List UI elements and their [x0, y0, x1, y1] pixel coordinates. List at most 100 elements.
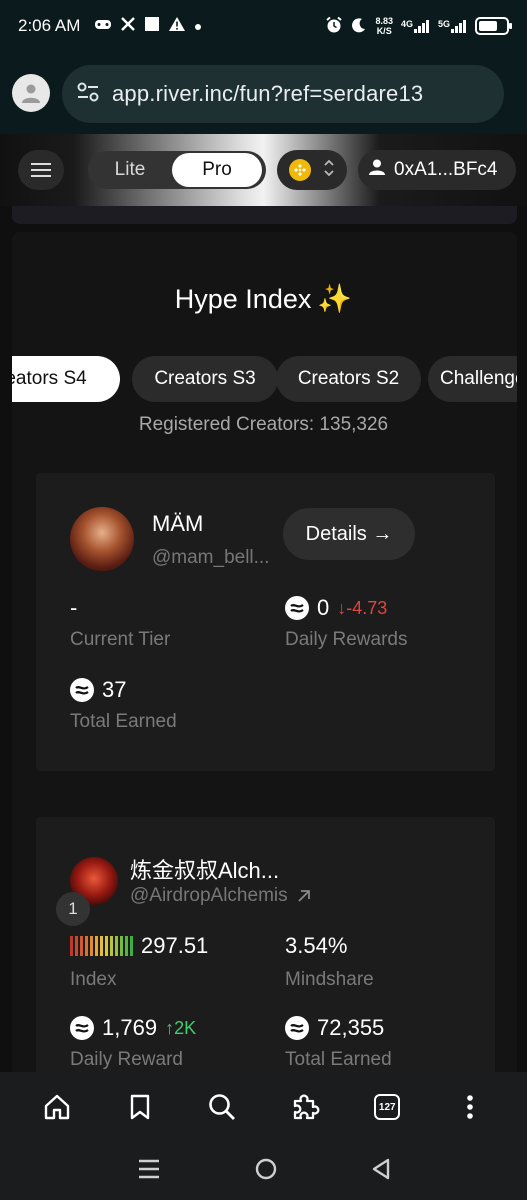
creator-card[interactable]: 1 炼金叔叔Alch... @AirdropAlchemis 297.51 In… — [36, 817, 495, 1072]
tabs-icon: 127 — [374, 1094, 401, 1120]
daily-rewards-value: 0 ↓-4.73 — [285, 595, 387, 621]
index-bar — [95, 936, 98, 956]
bookmark-button[interactable] — [118, 1085, 162, 1129]
app-header: Lite Pro 0xA1...BFc4 — [0, 134, 527, 206]
registered-creators: Registered Creators: 135,326 — [138, 414, 389, 435]
wallet-address: 0xA1...BFc4 — [394, 159, 498, 180]
total-earned-label: Total Earned — [70, 711, 177, 732]
home-icon — [45, 1094, 70, 1120]
home-button[interactable] — [35, 1085, 79, 1129]
previous-card — [12, 206, 517, 224]
chevron-updown-icon — [323, 159, 335, 182]
mindshare-value: 3.54% — [285, 933, 348, 958]
extensions-icon — [293, 1094, 320, 1120]
more-icon — [466, 1095, 473, 1119]
search-icon — [209, 1094, 236, 1120]
more-button[interactable] — [448, 1085, 492, 1129]
mode-toggle[interactable]: Lite Pro — [88, 151, 266, 189]
gamepad-icon — [94, 16, 112, 36]
notification-icons — [94, 16, 202, 37]
main-content: Hype Index✨ Creators S4 Creators S3 Crea… — [0, 206, 527, 1072]
status-time: 2:06 AM — [18, 16, 81, 35]
tab-creators-s4[interactable]: Creators S4 — [12, 356, 120, 402]
river-coin-icon — [70, 678, 94, 702]
bnb-icon — [289, 159, 311, 181]
my-creator-card: MÄM @mam_bell... Details → - Current Tie… — [36, 473, 495, 771]
index-bar — [70, 936, 73, 956]
creator-handle: @mam_bell... — [152, 547, 270, 568]
mode-pro-option[interactable]: Pro — [172, 153, 262, 187]
back-button[interactable] — [371, 1157, 391, 1186]
warning-icon — [168, 16, 186, 37]
status-right: 8.83 K/S 4G 5G — [325, 16, 512, 37]
search-button[interactable] — [200, 1085, 244, 1129]
site-settings-icon[interactable] — [76, 81, 100, 108]
creator-name: MÄM — [152, 511, 204, 536]
river-coin-icon — [70, 1016, 94, 1040]
current-tier-value: - — [70, 595, 78, 620]
x-logo-icon — [120, 16, 136, 37]
wallet-button[interactable]: 0xA1...BFc4 — [358, 150, 516, 190]
index-bar — [100, 936, 103, 956]
total-earned-value: 37 — [70, 677, 126, 703]
sparkle-icon: ✨ — [317, 283, 353, 314]
index-bar — [90, 936, 93, 956]
hype-index-title: Hype Index ✨ — [174, 283, 353, 314]
index-bar — [125, 936, 128, 956]
menu-button[interactable] — [18, 150, 64, 190]
external-link-icon — [297, 890, 310, 902]
daily-rewards-label: Daily Rewards — [285, 629, 408, 650]
rank-badge: 1 — [56, 892, 90, 926]
dot-icon — [194, 16, 202, 36]
index-bar — [110, 936, 113, 956]
recents-button[interactable] — [137, 1158, 161, 1185]
bookmark-icon — [130, 1094, 149, 1120]
tab-creators-s3[interactable]: Creators S3 — [132, 356, 278, 402]
mode-lite-option[interactable]: Lite — [88, 159, 172, 181]
index-bars-icon — [70, 936, 133, 956]
chain-selector[interactable] — [277, 150, 347, 190]
system-navigation — [0, 1142, 527, 1200]
profile-avatar-icon[interactable] — [12, 74, 50, 112]
signal-4g: 4G — [401, 19, 430, 33]
back-triangle-icon — [372, 1158, 389, 1179]
details-button[interactable]: Details → — [283, 508, 415, 560]
total-earned-label: Total Earned — [285, 1049, 392, 1070]
tabs-button[interactable]: 127 — [365, 1085, 409, 1129]
creator-handle-link[interactable]: @AirdropAlchemis — [130, 885, 312, 907]
river-coin-icon — [285, 1016, 309, 1040]
creator-name: 炼金叔叔Alch... — [130, 858, 280, 883]
season-tabs: Creators S4 Creators S3 Creators S2 Chal… — [12, 356, 517, 402]
daily-reward-change: ↑2K — [165, 1017, 197, 1038]
address-bar[interactable]: app.river.inc/fun?ref=serdare13 — [62, 65, 504, 123]
index-bar — [105, 936, 108, 956]
alarm-icon — [325, 16, 343, 37]
index-label: Index — [70, 969, 117, 990]
index-bar — [130, 936, 133, 956]
daily-rewards-change: ↓-4.73 — [337, 597, 388, 618]
circle-home-icon — [255, 1158, 276, 1179]
extensions-button[interactable] — [283, 1085, 327, 1129]
daily-reward-value: 1,769 ↑2K — [70, 1015, 196, 1041]
index-bar — [115, 936, 118, 956]
river-coin-icon — [285, 596, 309, 620]
battery-icon — [475, 17, 512, 35]
square-app-icon — [144, 16, 160, 37]
signal-5g: 5G — [438, 19, 467, 33]
browser-bottom-nav: 127 — [0, 1072, 527, 1142]
status-bar: 2:06 AM 8.83 K/S 4G 5G — [0, 0, 527, 52]
moon-icon — [351, 17, 367, 36]
index-bar — [80, 936, 83, 956]
index-bar — [75, 936, 78, 956]
index-bar — [85, 936, 88, 956]
url-text[interactable]: app.river.inc/fun?ref=serdare13 — [112, 81, 423, 107]
home-nav-button[interactable] — [254, 1157, 278, 1186]
current-tier-label: Current Tier — [70, 629, 171, 650]
tab-challenges[interactable]: Challenges — [428, 356, 517, 402]
total-earned-value: 72,355 — [285, 1015, 384, 1041]
hamburger-icon — [31, 163, 51, 177]
tab-creators-s2[interactable]: Creators S2 — [276, 356, 421, 402]
index-bar — [120, 936, 123, 956]
index-value: 297.51 — [70, 933, 208, 959]
mindshare-label: Mindshare — [285, 969, 374, 990]
